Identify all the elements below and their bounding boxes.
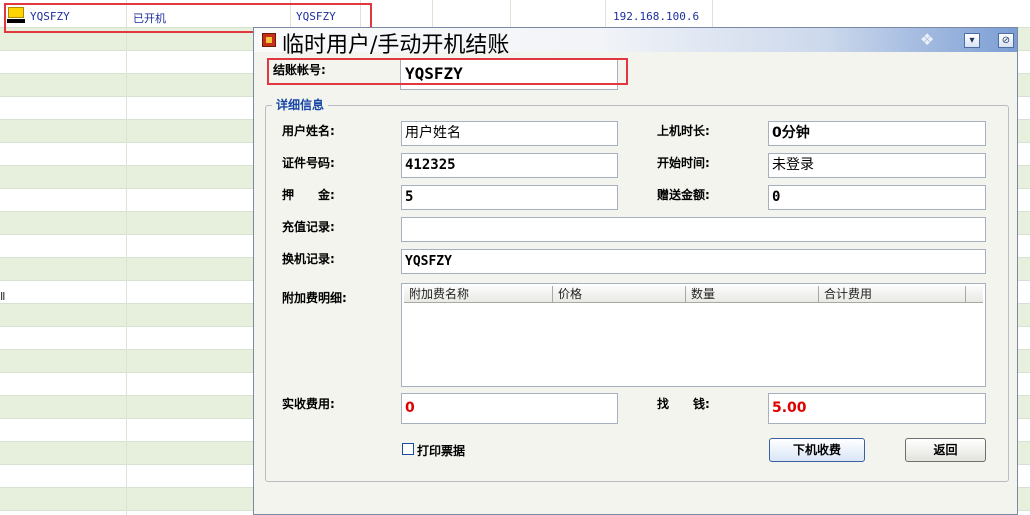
back-button[interactable]: 返回	[905, 438, 986, 462]
user-name-label: 用户姓名:	[282, 124, 335, 138]
print-receipt-label[interactable]: 打印票据	[417, 442, 465, 459]
column-header[interactable]: 价格	[553, 286, 686, 303]
column-header[interactable]: 合计费用	[819, 286, 966, 303]
received-fee-label: 实收费用:	[282, 397, 335, 411]
machine-ip: 192.168.100.6	[613, 10, 700, 23]
id-number-field[interactable]: 412325	[401, 153, 618, 178]
received-fee-field[interactable]: 0	[401, 393, 618, 424]
checkout-button[interactable]: 下机收费	[769, 438, 865, 462]
id-number-label: 证件号码:	[282, 156, 335, 170]
user-name-field[interactable]: 用户姓名	[401, 121, 618, 146]
start-time-field[interactable]: 未登录	[768, 153, 986, 178]
column-header-spacer	[966, 286, 983, 303]
restore-icon: ⊘	[1001, 35, 1011, 46]
windows-logo-icon: ❖	[920, 30, 935, 49]
left-edge-marker: Ⅱ	[0, 290, 6, 303]
print-receipt-checkbox[interactable]	[402, 443, 414, 455]
recharge-record-field[interactable]	[401, 217, 986, 242]
extra-fee-table[interactable]: 附加费名称 价格 数量 合计费用	[401, 283, 986, 387]
start-time-label: 开始时间:	[657, 156, 710, 170]
dialog-title: 临时用户/手动开机结账	[282, 33, 510, 58]
highlight-box-account	[267, 58, 628, 85]
column-header[interactable]: 数量	[686, 286, 819, 303]
change-label: 找 钱:	[657, 397, 710, 411]
deposit-field[interactable]: 5	[401, 185, 618, 210]
switch-record-field[interactable]: YQSFZY	[401, 249, 986, 274]
chevron-down-icon: ▾	[969, 35, 975, 46]
gift-amount-label: 赠送金额:	[657, 188, 710, 202]
gift-amount-field[interactable]: 0	[768, 185, 986, 210]
online-duration-label: 上机时长:	[657, 124, 710, 138]
online-duration-field[interactable]: 0分钟	[768, 121, 986, 146]
recharge-record-label: 充值记录:	[282, 220, 335, 234]
column-header[interactable]: 附加费名称	[404, 286, 553, 303]
app-icon	[262, 33, 276, 47]
extra-fee-label: 附加费明细:	[282, 291, 347, 305]
change-field[interactable]: 5.00	[768, 393, 986, 424]
dialog-title-bar[interactable]: 临时用户/手动开机结账 ❖ ▾ ⊘	[254, 28, 1017, 58]
deposit-label: 押 金:	[282, 188, 335, 202]
details-group-title: 详细信息	[272, 96, 329, 113]
switch-record-label: 换机记录:	[282, 252, 335, 266]
restore-button[interactable]: ⊘	[998, 33, 1014, 48]
table-header: 附加费名称 价格 数量 合计费用	[404, 286, 983, 303]
checkout-dialog: 临时用户/手动开机结账 ❖ ▾ ⊘ 结账帐号: YQSFZY 详细信息 用户姓名…	[253, 27, 1018, 515]
minimize-button[interactable]: ▾	[964, 33, 980, 48]
grid-column-divider	[126, 0, 127, 515]
